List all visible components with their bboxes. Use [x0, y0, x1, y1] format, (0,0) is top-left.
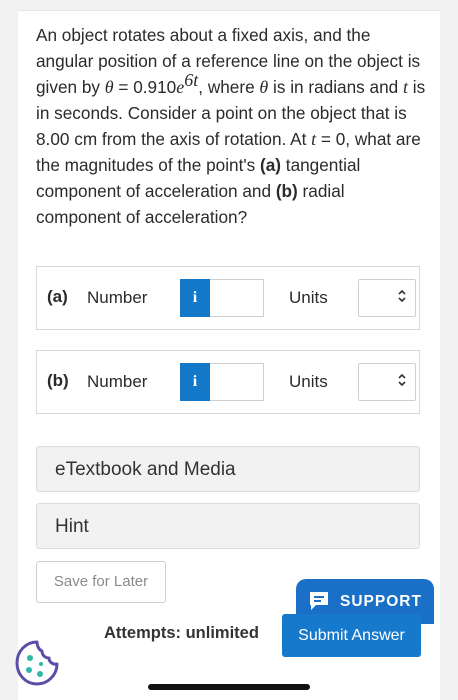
units-label-b: Units — [289, 372, 328, 391]
number-input-b[interactable] — [210, 363, 264, 401]
divider — [18, 10, 440, 11]
answer-row-a: (a) Number i Units — [36, 266, 420, 330]
hint-button[interactable]: Hint — [36, 503, 420, 549]
cookie-icon[interactable] — [12, 638, 62, 688]
units-label-a: Units — [289, 288, 328, 307]
number-input-a[interactable] — [210, 279, 264, 317]
units-select-b[interactable] — [358, 363, 416, 401]
number-label-a: Number — [87, 288, 148, 307]
part-label-a: (a) — [47, 287, 68, 306]
etextbook-media-button[interactable]: eTextbook and Media — [36, 446, 420, 492]
chat-bubble-icon — [308, 590, 330, 612]
hint-label: Hint — [55, 516, 89, 537]
support-label: SUPPORT — [340, 593, 422, 610]
answer-row-b: (b) Number i Units — [36, 350, 420, 414]
info-icon[interactable]: i — [180, 279, 210, 317]
save-for-later-button[interactable]: Save for Later — [36, 561, 166, 603]
question-text: An object rotates about a fixed axis, an… — [36, 25, 426, 227]
units-select-a[interactable] — [358, 279, 416, 317]
attempts-text: Attempts: unlimited — [104, 624, 259, 642]
home-indicator — [148, 684, 310, 690]
submit-answer-button[interactable]: Submit Answer — [282, 614, 421, 657]
part-label-b: (b) — [47, 371, 69, 390]
info-icon[interactable]: i — [180, 363, 210, 401]
number-label-b: Number — [87, 372, 148, 391]
chevron-updown-icon — [398, 373, 406, 388]
etextbook-media-label: eTextbook and Media — [55, 459, 236, 480]
chevron-updown-icon — [398, 289, 406, 304]
